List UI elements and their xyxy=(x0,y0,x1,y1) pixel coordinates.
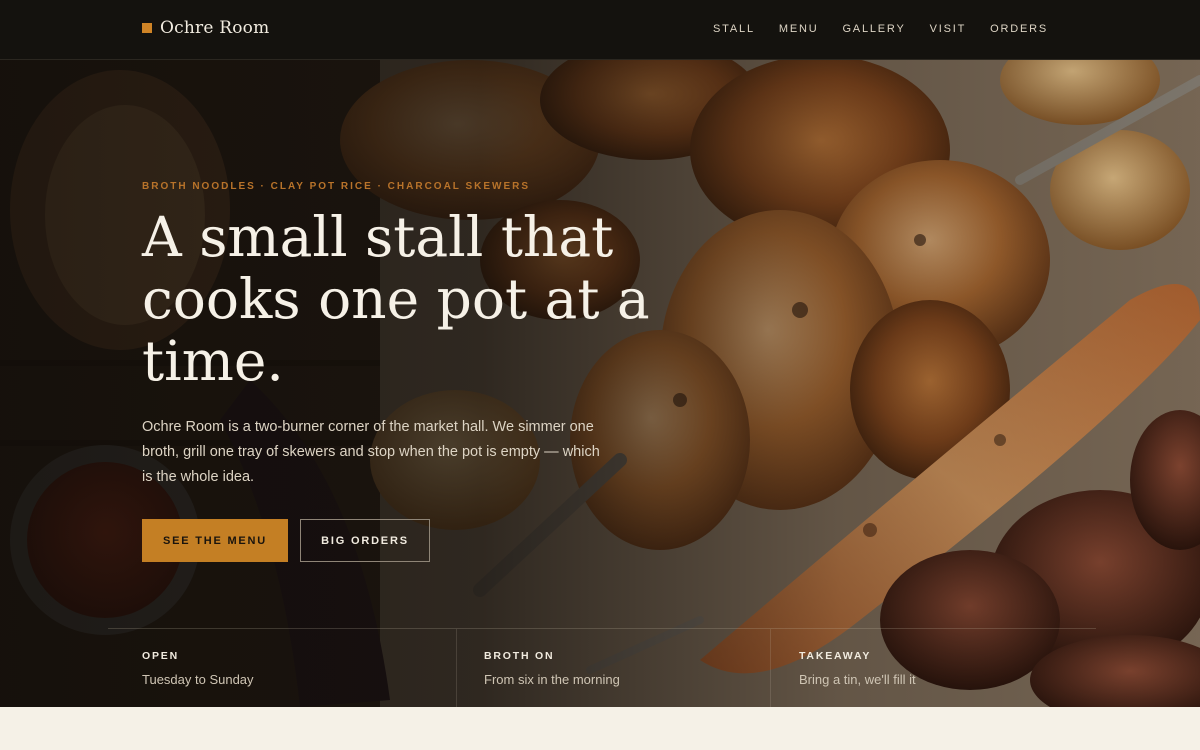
hero-eyebrow: BROTH NOODLES · CLAY POT RICE · CHARCOAL… xyxy=(142,181,531,192)
info-text: Bring a tin, we'll fill it xyxy=(799,672,916,687)
info-title: OPEN xyxy=(142,650,179,662)
nav-item-gallery[interactable]: GALLERY xyxy=(842,23,905,35)
info-broth-on: BROTH ON From six in the morning xyxy=(456,629,770,707)
nav-item-orders[interactable]: ORDERS xyxy=(990,23,1048,35)
see-the-menu-button[interactable]: SEE THE MENU xyxy=(142,519,288,562)
nav-item-visit[interactable]: VISIT xyxy=(930,23,967,35)
hero-section: BROTH NOODLES · CLAY POT RICE · CHARCOAL… xyxy=(0,60,1200,707)
next-section-background xyxy=(0,707,1200,750)
nav-item-stall[interactable]: STALL xyxy=(713,23,755,35)
hero-headline: A small stall that cooks one pot at a ti… xyxy=(142,205,650,393)
info-title: TAKEAWAY xyxy=(799,650,872,662)
main-nav: STALL MENU GALLERY VISIT ORDERS xyxy=(713,23,1048,35)
nav-item-menu[interactable]: MENU xyxy=(779,23,819,35)
big-orders-button[interactable]: BIG ORDERS xyxy=(300,519,430,562)
brand-logo[interactable]: Ochre Room xyxy=(142,18,269,38)
info-strip: OPEN Tuesday to Sunday BROTH ON From six… xyxy=(108,628,1096,707)
brand-square-icon xyxy=(142,23,152,33)
info-takeaway: TAKEAWAY Bring a tin, we'll fill it xyxy=(770,629,1096,707)
info-text: Tuesday to Sunday xyxy=(142,672,254,687)
brand-name: Ochre Room xyxy=(160,18,270,38)
hero-description: Ochre Room is a two-burner corner of the… xyxy=(142,419,600,485)
info-open: OPEN Tuesday to Sunday xyxy=(108,629,456,707)
info-text: From six in the morning xyxy=(484,672,620,687)
top-navigation-bar: Ochre Room STALL MENU GALLERY VISIT ORDE… xyxy=(0,0,1200,60)
info-title: BROTH ON xyxy=(484,650,555,662)
